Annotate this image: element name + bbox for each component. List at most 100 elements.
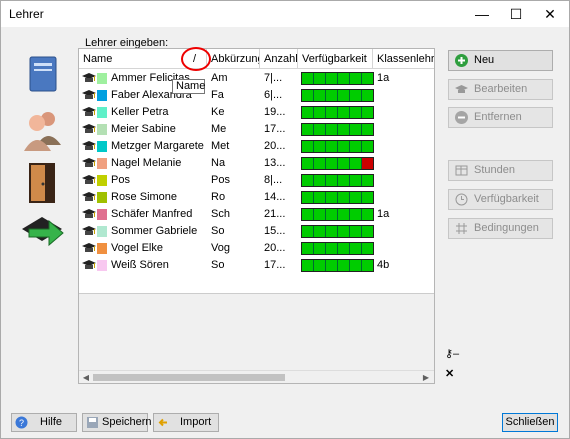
minimize-button[interactable]: —	[465, 1, 499, 27]
teacher-abbreviation: Pos	[211, 174, 230, 186]
teacher-window: Lehrer — ☐ ✕ Lehrer eingeben: Name / Abk…	[0, 0, 570, 439]
teacher-name: Pos	[111, 174, 130, 186]
availability-segment	[314, 124, 326, 135]
availability-segment	[350, 158, 362, 169]
availability-segment	[302, 192, 314, 203]
teacher-class	[373, 87, 434, 104]
availability-segment	[302, 141, 314, 152]
book-icon[interactable]	[15, 51, 69, 101]
teacher-row[interactable]: Keller Petra Ke 19...	[79, 104, 434, 121]
teacher-row[interactable]: Nagel Melanie Na 13...	[79, 155, 434, 172]
close-window-button[interactable]: ✕	[533, 1, 567, 27]
teacher-row[interactable]: Pos Pos 8|...	[79, 172, 434, 189]
teacher-count: 17...	[264, 259, 286, 271]
teacher-row[interactable]: Sommer Gabriele So 15...	[79, 223, 434, 240]
availability-segment	[314, 90, 326, 101]
color-swatch	[97, 90, 107, 101]
teacher-row[interactable]: Schäfer Manfred Sch 21... 1a	[79, 206, 434, 223]
availability-segment	[350, 141, 362, 152]
availability-button[interactable]: Verfügbarkeit	[448, 189, 553, 210]
availability-segment	[362, 107, 373, 118]
column-tooltip: Name	[172, 79, 205, 94]
availability-segment	[326, 124, 338, 135]
color-swatch	[97, 192, 107, 203]
teacher-class	[373, 189, 434, 206]
availability-segment	[302, 158, 314, 169]
teacher-row[interactable]: Ammer Felicitas Am 7|... 1a	[79, 70, 434, 87]
teacher-count: 21...	[264, 208, 286, 220]
door-icon[interactable]	[15, 157, 69, 207]
teacher-row[interactable]: Weiß Sören So 17... 4b	[79, 257, 434, 274]
horizontal-scrollbar[interactable]: ◀ ▶	[79, 370, 434, 383]
clock-icon	[455, 193, 468, 206]
hours-button[interactable]: Stunden	[448, 160, 553, 181]
availability-bar	[301, 242, 374, 255]
availability-segment	[362, 260, 373, 271]
availability-segment	[326, 90, 338, 101]
availability-segment	[302, 226, 314, 237]
availability-segment	[314, 243, 326, 254]
teacher-class	[373, 223, 434, 240]
color-swatch	[97, 243, 107, 254]
export-arrow-icon[interactable]	[15, 209, 69, 259]
teacher-row[interactable]: Rose Simone Ro 14...	[79, 189, 434, 206]
availability-segment	[338, 107, 350, 118]
graduation-cap-icon	[82, 192, 96, 201]
teacher-abbreviation: Ke	[211, 106, 225, 118]
availability-segment	[302, 73, 314, 84]
close-button[interactable]: Schließen	[502, 413, 558, 432]
teacher-abbreviation: Ro	[211, 191, 226, 203]
availability-segment	[350, 124, 362, 135]
teacher-abbreviation: Sch	[211, 208, 230, 220]
availability-segment	[326, 141, 338, 152]
key-icon[interactable]: ⚷–	[445, 347, 459, 360]
import-button[interactable]: Import	[153, 413, 219, 432]
teacher-abbreviation: Vog	[211, 242, 230, 254]
edit-button[interactable]: Bearbeiten	[448, 79, 553, 100]
teacher-abbreviation: Met	[211, 140, 230, 152]
column-verfuegbarkeit[interactable]: Verfügbarkeit	[298, 49, 373, 69]
teacher-list[interactable]: Name / Abkürzung Anzahl Verfügbarkeit Kla…	[78, 48, 435, 384]
color-swatch	[97, 226, 107, 237]
column-abkuerzung[interactable]: Abkürzung	[207, 49, 260, 69]
clear-icon[interactable]: ✕	[445, 367, 454, 380]
column-anzahl[interactable]: Anzahl	[260, 49, 298, 69]
column-klassenlehrer[interactable]: Klassenlehrer	[373, 49, 434, 69]
availability-segment	[326, 226, 338, 237]
availability-segment	[326, 260, 338, 271]
color-swatch	[97, 141, 107, 152]
availability-segment	[362, 124, 373, 135]
graduation-cap-icon	[82, 209, 96, 218]
teacher-class	[373, 121, 434, 138]
availability-segment	[326, 158, 338, 169]
availability-segment	[314, 73, 326, 84]
teacher-row[interactable]: Meier Sabine Me 17...	[79, 121, 434, 138]
teacher-row[interactable]: Vogel Elke Vog 20...	[79, 240, 434, 257]
scroll-left-icon[interactable]: ◀	[80, 372, 92, 383]
plus-icon	[455, 54, 468, 67]
teacher-abbreviation: Na	[211, 157, 226, 169]
teacher-list-body: Name / Abkürzung Anzahl Verfügbarkeit Kla…	[79, 49, 434, 294]
remove-button[interactable]: Entfernen	[448, 107, 553, 128]
help-button[interactable]: ? Hilfe	[11, 413, 77, 432]
help-icon: ?	[15, 416, 28, 429]
availability-segment	[314, 226, 326, 237]
availability-segment	[314, 141, 326, 152]
save-button[interactable]: Speichern	[82, 413, 152, 432]
scrollbar-thumb[interactable]	[93, 374, 285, 381]
color-swatch	[97, 107, 107, 118]
teacher-row[interactable]: Faber Alexandra Fa 6|...	[79, 87, 434, 104]
scroll-right-icon[interactable]: ▶	[420, 372, 432, 383]
users-icon[interactable]	[15, 105, 69, 155]
list-header: Name / Abkürzung Anzahl Verfügbarkeit Kla…	[79, 49, 434, 69]
availability-segment	[314, 209, 326, 220]
teacher-count: 6|...	[264, 89, 283, 101]
new-button[interactable]: Neu	[448, 50, 553, 71]
availability-segment	[326, 73, 338, 84]
conditions-button[interactable]: Bedingungen	[448, 218, 553, 239]
teacher-count: 14...	[264, 191, 286, 203]
maximize-button[interactable]: ☐	[499, 1, 533, 27]
graduation-cap-icon	[82, 158, 96, 167]
teacher-row[interactable]: Metzger Margarete Met 20...	[79, 138, 434, 155]
availability-segment	[314, 158, 326, 169]
